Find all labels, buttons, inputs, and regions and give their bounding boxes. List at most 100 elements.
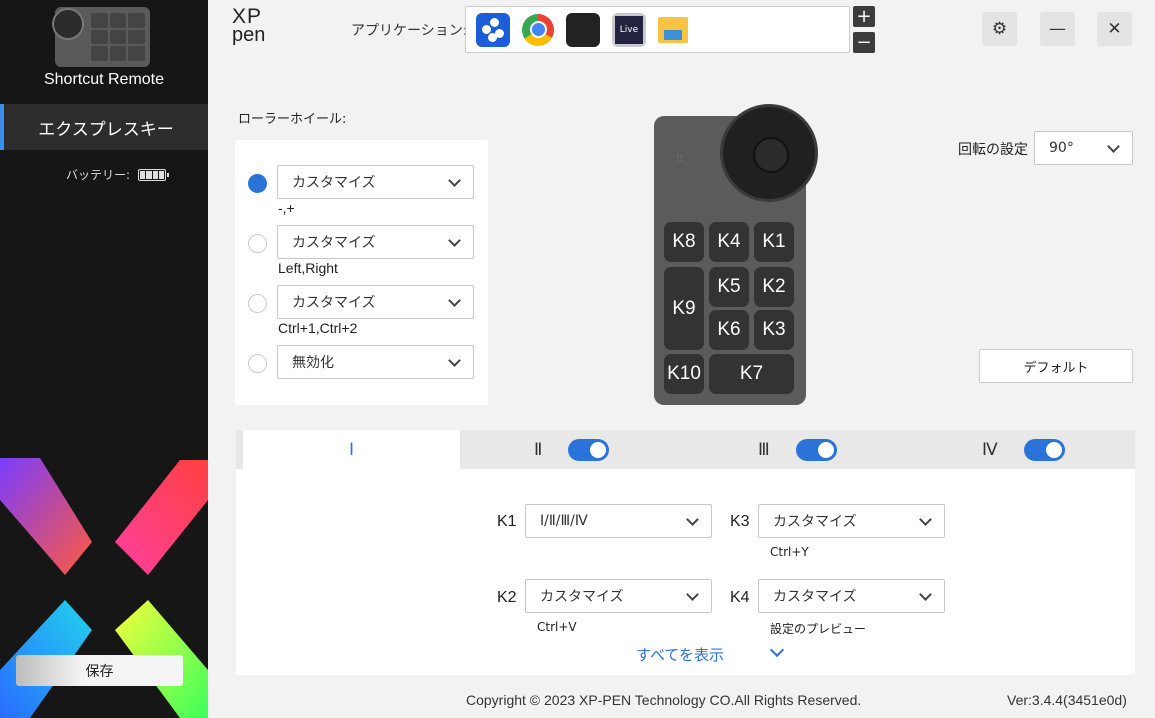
roller-radio-1[interactable] [248, 174, 267, 193]
k1-label: K1 [497, 513, 517, 530]
battery-status: バッテリー: [66, 166, 170, 183]
application-label: アプリケーション: [351, 23, 468, 39]
chevron-down-icon [686, 588, 699, 601]
wheel-thumb [52, 8, 84, 40]
close-button[interactable]: ✕ [1097, 12, 1132, 46]
logo-pen: pen [232, 24, 266, 46]
select-value: カスタマイズ [540, 589, 624, 605]
add-application-button[interactable]: + [853, 6, 875, 27]
key-set-tabs: Ⅰ Ⅱ Ⅲ Ⅳ [236, 430, 1135, 469]
chevron-down-icon [448, 234, 461, 247]
device-key-k7[interactable]: K7 [709, 354, 794, 394]
roller-select-3[interactable]: カスタマイズ [277, 285, 474, 319]
application-bar: Live [465, 6, 850, 53]
roller-radio-2[interactable] [248, 234, 267, 253]
app-3-icon[interactable] [566, 12, 600, 47]
device-key-k3[interactable]: K3 [754, 310, 794, 350]
tab-set-2[interactable]: Ⅱ [534, 430, 610, 469]
device-thumbnail [52, 7, 150, 67]
device-key-k5[interactable]: K5 [709, 267, 749, 307]
roller-shortcut-3: Ctrl+1,Ctrl+2 [278, 320, 358, 336]
tab-label: Ⅳ [982, 439, 998, 459]
device-key-k1[interactable]: K1 [754, 222, 794, 262]
close-icon: ✕ [1107, 19, 1122, 39]
tab-label: Ⅰ [348, 439, 354, 459]
device-key-k8[interactable]: K8 [664, 222, 704, 262]
chevron-down-icon [448, 294, 461, 307]
settings-button[interactable]: ⚙ [982, 12, 1017, 46]
chevron-down-icon [1107, 140, 1120, 153]
tab-2-toggle[interactable] [568, 438, 610, 461]
app-1-icon[interactable] [476, 12, 510, 47]
roller-wheel-panel: カスタマイズ -,+ カスタマイズ Left,Right カスタマイズ Ctrl… [235, 140, 488, 405]
chrome-icon[interactable] [522, 13, 554, 46]
select-value: カスタマイズ [773, 589, 857, 605]
keys-thumb [91, 13, 145, 61]
select-value: カスタマイズ [773, 514, 857, 530]
tab-set-3[interactable]: Ⅲ [758, 430, 837, 469]
rotation-select[interactable]: 90° [1034, 131, 1133, 165]
chevron-down-icon [686, 513, 699, 526]
show-all-link[interactable]: すべてを表示 [636, 644, 724, 665]
k4-shortcut: 設定のプレビュー [770, 622, 867, 636]
roller-select-2[interactable]: カスタマイズ [277, 225, 474, 259]
topbar: XP pen アプリケーション: Live + − ⚙ — ✕ [208, 0, 1155, 66]
minimize-button[interactable]: — [1040, 12, 1075, 46]
roller-radio-4[interactable] [248, 354, 267, 373]
k3-select[interactable]: カスタマイズ [758, 504, 945, 538]
select-value: カスタマイズ [292, 295, 376, 311]
k4-label: K4 [730, 589, 750, 606]
chevron-down-icon [919, 513, 932, 526]
tab-label: Ⅱ [534, 439, 543, 459]
roller-select-1[interactable]: カスタマイズ [277, 165, 474, 199]
roller-wheel-title: ローラーホイール: [238, 112, 347, 127]
device-name: Shortcut Remote [43, 71, 165, 88]
version-text: Ver:3.4.4(3451e0d) [1007, 692, 1127, 708]
minimize-icon: — [1049, 19, 1066, 39]
battery-label: バッテリー: [66, 168, 131, 182]
xp-pen-logo: XP pen [232, 6, 266, 46]
folder-icon[interactable] [658, 16, 688, 43]
device-key-k10[interactable]: K10 [664, 354, 704, 394]
live-icon-text: Live [615, 15, 643, 44]
k1-select[interactable]: Ⅰ/Ⅱ/Ⅲ/Ⅳ [525, 504, 712, 538]
chevron-down-icon [919, 588, 932, 601]
select-value: 無効化 [292, 355, 334, 371]
copyright-text: Copyright © 2023 XP-PEN Technology CO.Al… [466, 692, 862, 708]
tab-set-4[interactable]: Ⅳ [982, 430, 1065, 469]
device-logo-mark: ⁝⁝ [676, 152, 683, 165]
select-value: カスタマイズ [292, 235, 376, 251]
tab-label: Ⅲ [758, 439, 770, 459]
live-icon[interactable]: Live [612, 12, 646, 47]
roller-shortcut-1: -,+ [278, 200, 295, 216]
device-key-k2[interactable]: K2 [754, 267, 794, 307]
chevron-down-icon [448, 354, 461, 367]
chevron-down-icon [448, 174, 461, 187]
select-value: カスタマイズ [292, 175, 376, 191]
remove-application-button[interactable]: − [853, 32, 875, 53]
gear-icon: ⚙ [991, 19, 1008, 39]
roller-select-4[interactable]: 無効化 [277, 345, 474, 379]
roller-radio-3[interactable] [248, 294, 267, 313]
k2-shortcut: Ctrl+V [537, 620, 577, 634]
battery-icon [138, 168, 170, 181]
k2-select[interactable]: カスタマイズ [525, 579, 712, 613]
device-roller-wheel[interactable] [720, 104, 818, 202]
k3-shortcut: Ctrl+Y [770, 545, 809, 559]
select-value: 90° [1049, 140, 1074, 156]
sidebar: Shortcut Remote エクスプレスキー バッテリー: 保存 [0, 0, 208, 718]
device-key-k6[interactable]: K6 [709, 310, 749, 350]
device-key-k4[interactable]: K4 [709, 222, 749, 262]
tab-3-toggle[interactable] [795, 438, 837, 461]
save-button[interactable]: 保存 [16, 655, 183, 686]
tab-4-toggle[interactable] [1023, 438, 1065, 461]
device-key-k9[interactable]: K9 [664, 267, 704, 350]
k4-select[interactable]: カスタマイズ [758, 579, 945, 613]
tab-set-1[interactable]: Ⅰ [243, 430, 460, 469]
sidebar-item-express-keys[interactable]: エクスプレスキー [0, 104, 208, 150]
k3-label: K3 [730, 513, 750, 530]
k2-label: K2 [497, 589, 517, 606]
select-value: Ⅰ/Ⅱ/Ⅲ/Ⅳ [540, 513, 588, 529]
roller-shortcut-2: Left,Right [278, 260, 338, 276]
default-button[interactable]: デフォルト [979, 349, 1133, 383]
